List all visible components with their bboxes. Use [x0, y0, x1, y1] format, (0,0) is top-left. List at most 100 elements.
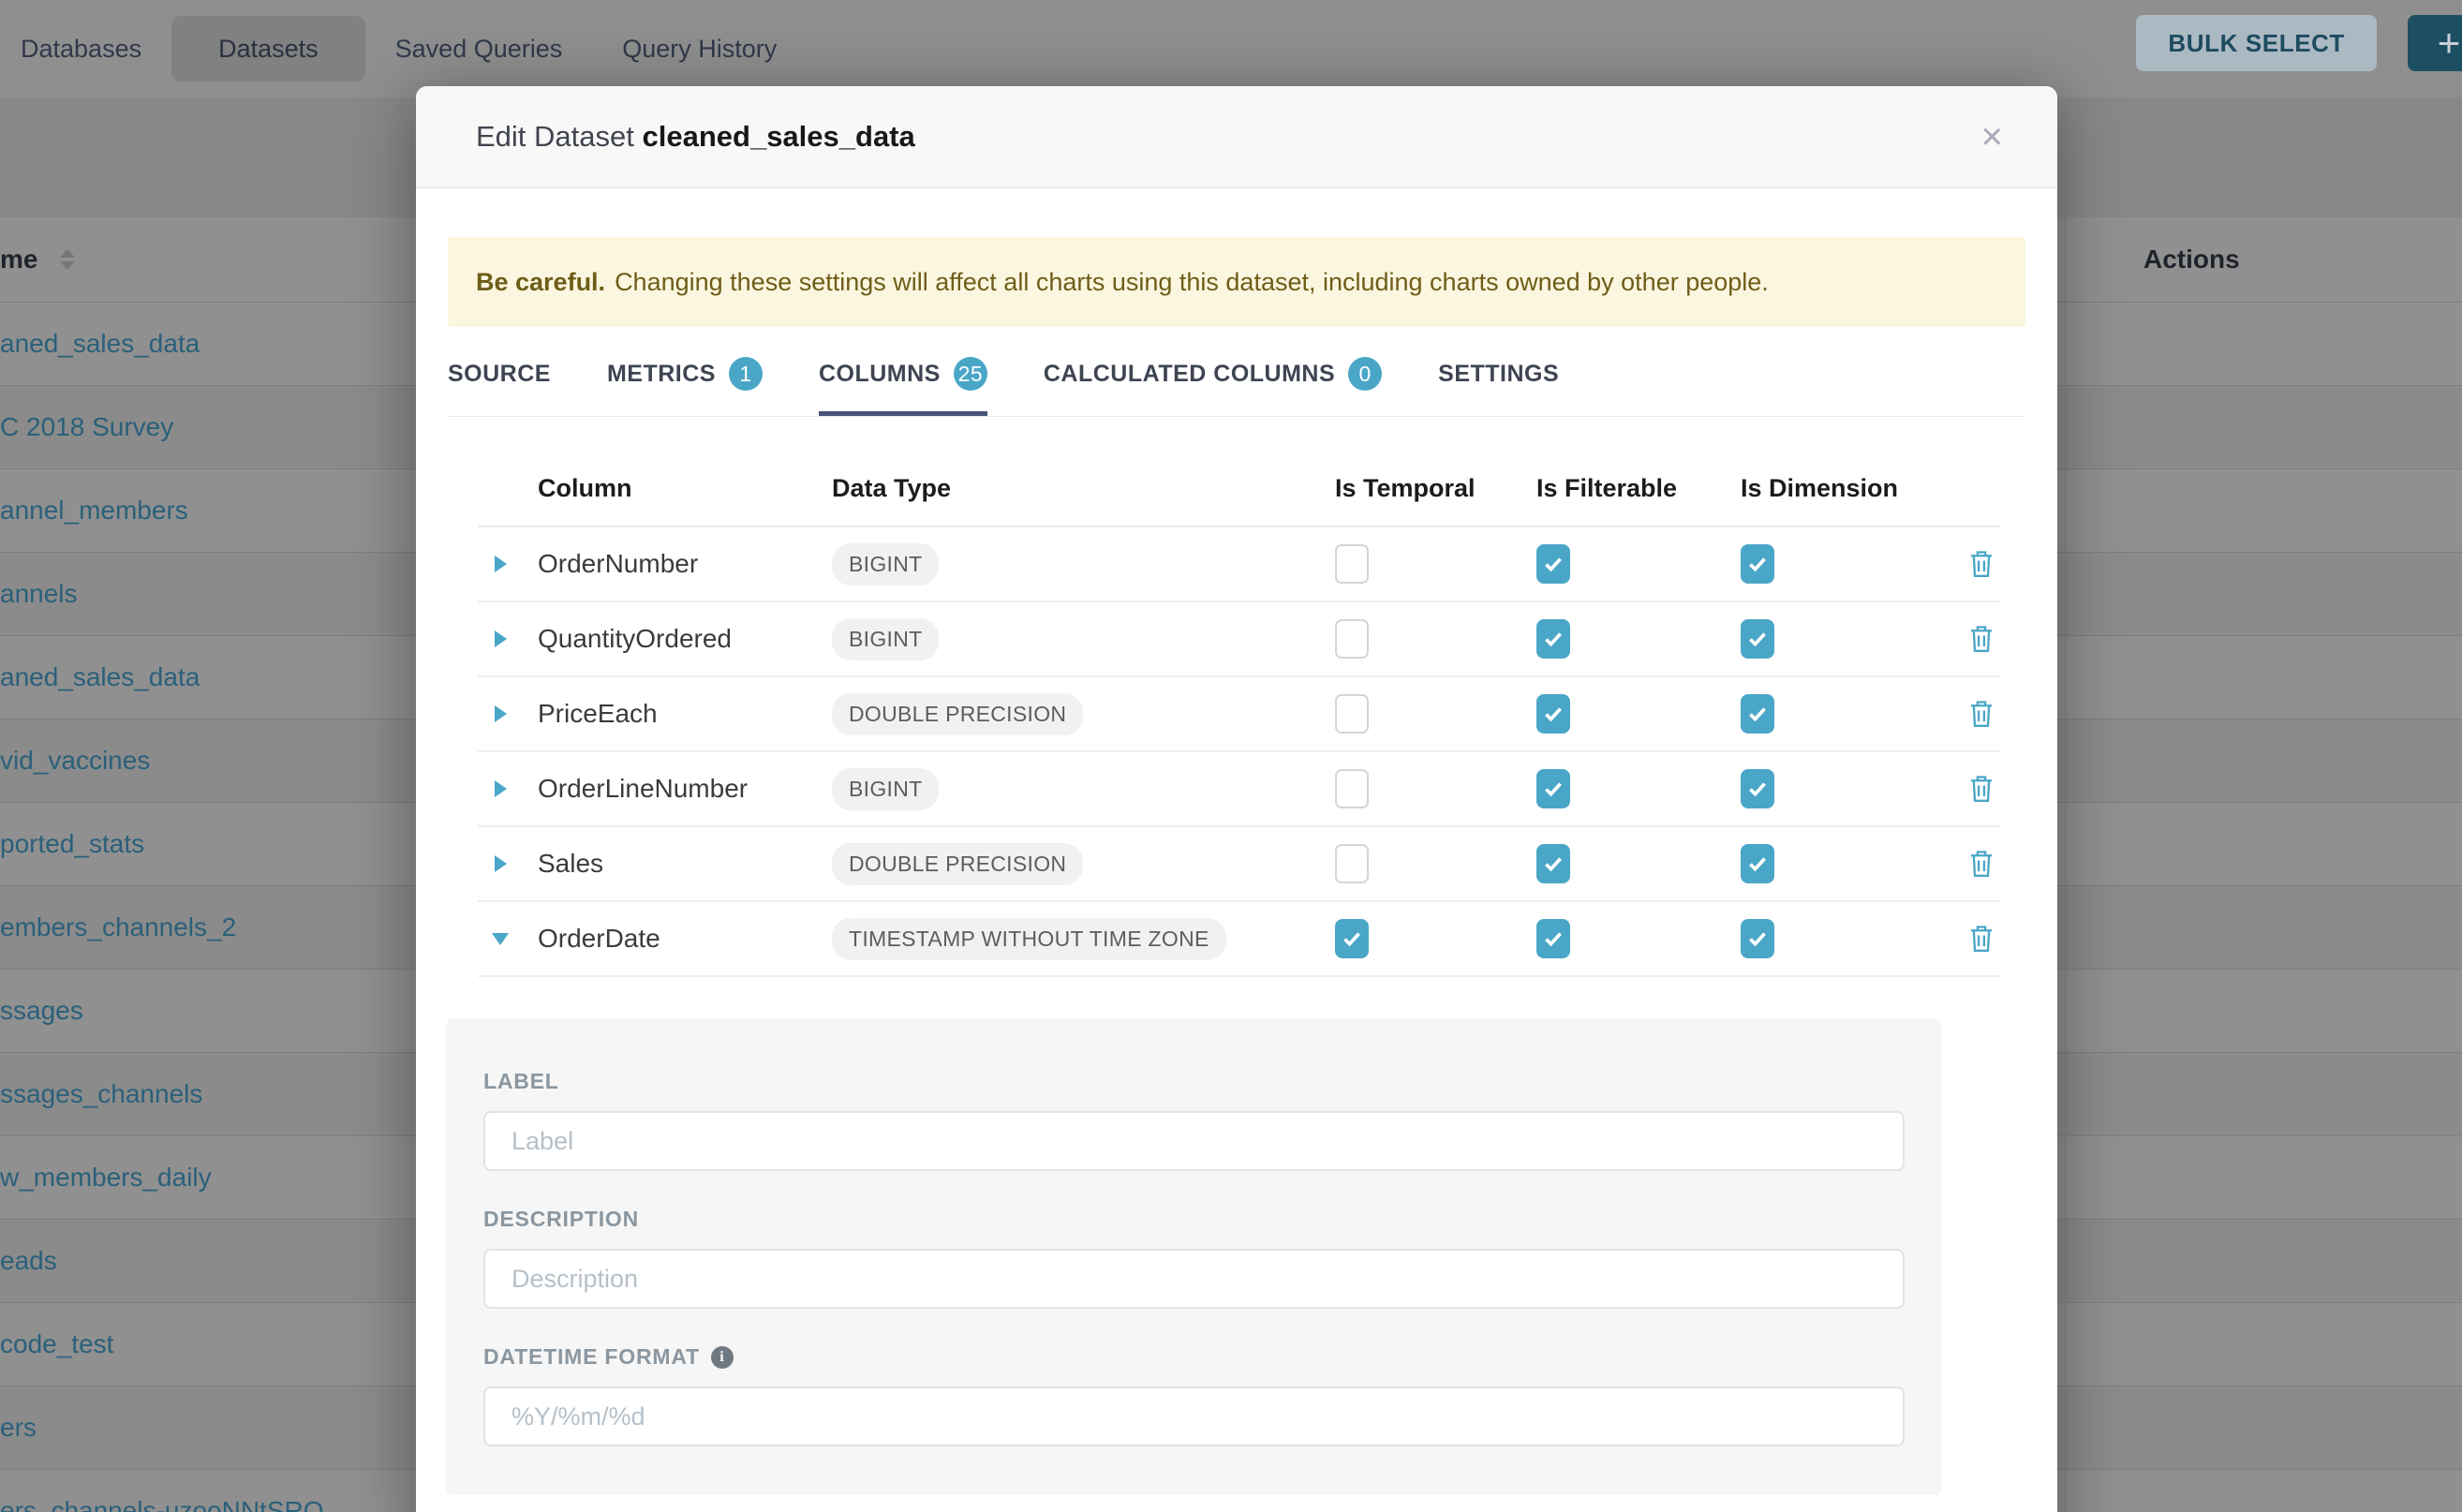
- description-field-label: DESCRIPTION: [483, 1207, 1905, 1232]
- delete-column-trash-icon[interactable]: [1956, 774, 2000, 804]
- edit-dataset-modal: Edit Dataset cleaned_sales_data × Be car…: [416, 86, 2057, 1512]
- data-type-pill: BIGINT: [832, 543, 939, 586]
- is-temporal-checkbox-unchecked[interactable]: [1335, 769, 1369, 808]
- nav-tab-query-history[interactable]: Query History: [592, 16, 807, 82]
- dataset-link[interactable]: ers_channels-uzooNNtSRO: [0, 1496, 324, 1512]
- dataset-link[interactable]: C 2018 Survey: [0, 412, 173, 442]
- is-temporal-checkbox-unchecked[interactable]: [1335, 619, 1369, 659]
- is-temporal-checkbox-unchecked[interactable]: [1335, 844, 1369, 883]
- add-dataset-button[interactable]: +: [2408, 15, 2462, 71]
- is-filterable-checkbox-checked[interactable]: [1536, 844, 1570, 883]
- is-dimension-checkbox-checked[interactable]: [1741, 769, 1774, 808]
- column-header: Column: [523, 474, 832, 503]
- is-dimension-checkbox-checked[interactable]: [1741, 544, 1774, 584]
- data-type-pill: DOUBLE PRECISION: [832, 693, 1083, 735]
- bulk-select-button[interactable]: BULK SELECT: [2136, 15, 2377, 71]
- is-temporal-header: Is Temporal: [1335, 474, 1536, 503]
- modal-body: Be careful.Changing these settings will …: [416, 237, 2057, 1495]
- modal-title: Edit Dataset cleaned_sales_data: [476, 120, 915, 154]
- tab-calculated-columns[interactable]: CALCULATED COLUMNS0: [1044, 357, 1382, 416]
- expand-caret-icon[interactable]: [495, 705, 507, 722]
- modal-header: Edit Dataset cleaned_sales_data ×: [416, 86, 2057, 188]
- screen: DatabasesDatasetsSaved QueriesQuery Hist…: [0, 0, 2462, 1512]
- tab-label: SETTINGS: [1438, 361, 1559, 388]
- is-dimension-checkbox-checked[interactable]: [1741, 694, 1774, 734]
- dataset-link[interactable]: ers: [0, 1413, 37, 1443]
- column-name: OrderLineNumber: [523, 774, 832, 804]
- info-icon[interactable]: i: [711, 1346, 734, 1369]
- expand-caret-icon[interactable]: [495, 556, 507, 572]
- is-filterable-checkbox-checked[interactable]: [1536, 769, 1570, 808]
- is-filterable-header: Is Filterable: [1536, 474, 1741, 503]
- dataset-link[interactable]: annel_members: [0, 496, 188, 526]
- tab-source[interactable]: SOURCE: [448, 357, 551, 416]
- datetime-format-field-label: DATETIME FORMAT i: [483, 1344, 1905, 1370]
- dataset-link[interactable]: aned_sales_data: [0, 662, 200, 692]
- tab-columns[interactable]: COLUMNS 25: [819, 357, 987, 416]
- name-column-header[interactable]: me: [0, 217, 75, 302]
- tab-metrics[interactable]: METRICS1: [607, 357, 763, 416]
- is-dimension-header: Is Dimension: [1741, 474, 1956, 503]
- is-filterable-checkbox-checked[interactable]: [1536, 919, 1570, 958]
- data-type-pill: BIGINT: [832, 768, 939, 810]
- dataset-link[interactable]: code_test: [0, 1329, 113, 1359]
- label-input[interactable]: [483, 1111, 1905, 1171]
- nav-tab-datasets[interactable]: Datasets: [171, 16, 365, 82]
- nav-tab-saved-queries[interactable]: Saved Queries: [365, 16, 593, 82]
- dataset-link[interactable]: annels: [0, 579, 78, 609]
- is-temporal-checkbox-unchecked[interactable]: [1335, 694, 1369, 734]
- is-dimension-checkbox-checked[interactable]: [1741, 844, 1774, 883]
- data-type-pill: DOUBLE PRECISION: [832, 843, 1083, 885]
- expand-caret-icon[interactable]: [495, 855, 507, 872]
- warning-banner: Be careful.Changing these settings will …: [448, 237, 2025, 327]
- dataset-link[interactable]: w_members_daily: [0, 1163, 212, 1193]
- close-icon[interactable]: ×: [1972, 114, 2012, 159]
- actions-column-header: Actions: [2143, 217, 2240, 302]
- description-input[interactable]: [483, 1249, 1905, 1309]
- is-dimension-checkbox-checked[interactable]: [1741, 619, 1774, 659]
- delete-column-trash-icon[interactable]: [1956, 699, 2000, 729]
- column-name: QuantityOrdered: [523, 624, 832, 654]
- is-temporal-checkbox-checked[interactable]: [1335, 919, 1369, 958]
- is-filterable-checkbox-checked[interactable]: [1536, 619, 1570, 659]
- dataset-link[interactable]: ssages_channels: [0, 1079, 202, 1109]
- column-row: OrderDateTIMESTAMP WITHOUT TIME ZONE: [478, 902, 2000, 977]
- label-field-label: LABEL: [483, 1069, 1905, 1094]
- nav-tab-group: DatabasesDatasetsSaved QueriesQuery Hist…: [21, 16, 807, 82]
- nav-tab-databases[interactable]: Databases: [21, 16, 171, 82]
- dataset-link[interactable]: eads: [0, 1246, 57, 1276]
- tab-label: CALCULATED COLUMNS: [1044, 361, 1335, 388]
- column-row: QuantityOrderedBIGINT: [478, 602, 2000, 677]
- dataset-link[interactable]: ported_stats: [0, 829, 144, 859]
- collapse-caret-icon[interactable]: [492, 933, 509, 945]
- data-type-pill: BIGINT: [832, 618, 939, 660]
- delete-column-trash-icon[interactable]: [1956, 624, 2000, 654]
- column-row: PriceEachDOUBLE PRECISION: [478, 677, 2000, 752]
- column-name: Sales: [523, 849, 832, 879]
- dataset-link[interactable]: aned_sales_data: [0, 329, 200, 359]
- tab-count-badge: 25: [954, 357, 987, 391]
- data-type-pill: TIMESTAMP WITHOUT TIME ZONE: [832, 918, 1226, 960]
- delete-column-trash-icon[interactable]: [1956, 924, 2000, 954]
- top-navbar: DatabasesDatasetsSaved QueriesQuery Hist…: [0, 0, 2462, 97]
- expand-caret-icon[interactable]: [495, 780, 507, 797]
- tab-settings[interactable]: SETTINGS: [1438, 357, 1559, 416]
- is-filterable-checkbox-checked[interactable]: [1536, 544, 1570, 584]
- expand-caret-icon[interactable]: [495, 630, 507, 647]
- is-temporal-checkbox-unchecked[interactable]: [1335, 544, 1369, 584]
- dataset-name: cleaned_sales_data: [643, 120, 915, 153]
- delete-column-trash-icon[interactable]: [1956, 849, 2000, 879]
- tab-label: COLUMNS: [819, 361, 941, 388]
- dataset-link[interactable]: ssages: [0, 996, 83, 1026]
- datetime-format-input[interactable]: [483, 1386, 1905, 1446]
- is-dimension-checkbox-checked[interactable]: [1741, 919, 1774, 958]
- data-type-header: Data Type: [832, 474, 1335, 503]
- dataset-link[interactable]: vid_vaccines: [0, 746, 150, 776]
- delete-column-trash-icon[interactable]: [1956, 549, 2000, 579]
- is-filterable-checkbox-checked[interactable]: [1536, 694, 1570, 734]
- column-row: OrderLineNumberBIGINT: [478, 752, 2000, 827]
- sort-icon[interactable]: [60, 249, 75, 270]
- column-row: SalesDOUBLE PRECISION: [478, 827, 2000, 902]
- column-row: OrderNumberBIGINT: [478, 527, 2000, 602]
- dataset-link[interactable]: embers_channels_2: [0, 912, 236, 942]
